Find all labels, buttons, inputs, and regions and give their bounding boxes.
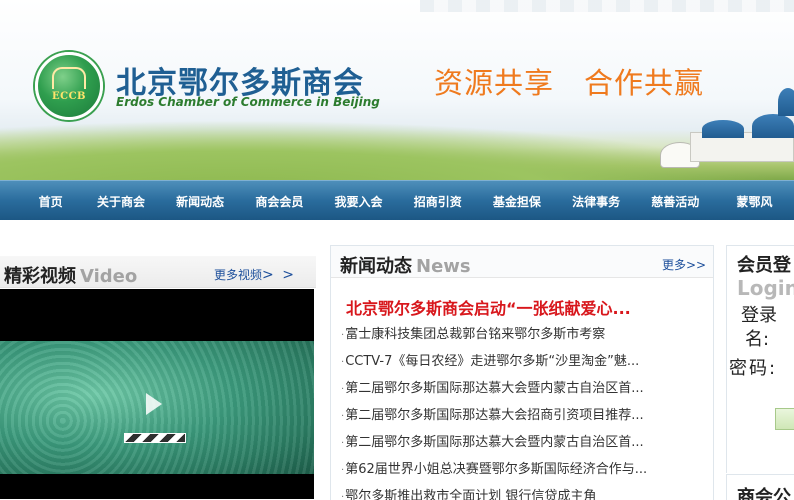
news-title-en: News (416, 256, 471, 277)
news-item[interactable]: ·第二届鄂尔多斯国际那达慕大会暨内蒙古自治区首... (341, 434, 686, 461)
nav-item-legal[interactable]: 法律事务 (556, 193, 635, 210)
play-icon[interactable] (146, 393, 162, 415)
nav-item-fund[interactable]: 基金担保 (477, 193, 556, 210)
news-item-text: 第二届鄂尔多斯国际那达慕大会暨内蒙古自治区首... (345, 435, 644, 450)
nav-item-home[interactable]: 首页 (20, 193, 81, 210)
video-panel-title: 精彩视频 Video (4, 262, 137, 288)
news-list: ·富士康科技集团总裁郭台铭来鄂尔多斯市考察 ·CCTV-7《每日农经》走进鄂尔多… (341, 326, 686, 500)
page: ECCB 北京鄂尔多斯商会 Erdos Chamber of Commerce … (0, 0, 794, 500)
news-panel-title: 新闻动态 News (340, 252, 471, 278)
news-item[interactable]: ·鄂尔多斯推出救市全面计划 银行信贷成主角 (341, 488, 686, 500)
site-title-english: Erdos Chamber of Commerce in Beijing (116, 95, 380, 109)
slogan-part-1: 资源共享 (434, 66, 555, 100)
nav-item-members[interactable]: 商会会员 (240, 193, 319, 210)
username-label-part-1: 登录 (741, 305, 777, 326)
nav-item-about[interactable]: 关于商会 (81, 193, 160, 210)
news-item[interactable]: ·第62届世界小姐总决赛暨鄂尔多斯国际经济合作与... (341, 461, 686, 488)
news-item-text: CCTV-7《每日农经》走进鄂尔多斯“沙里淘金”魅... (345, 354, 640, 369)
main-nav: 首页 关于商会 新闻动态 商会会员 我要入会 招商引资 基金担保 法律事务 慈善… (0, 180, 794, 220)
nav-item-culture[interactable]: 蒙鄂风 (715, 193, 794, 210)
nav-item-charity[interactable]: 慈善活动 (636, 193, 715, 210)
header-pattern (420, 0, 794, 12)
news-item-text: 鄂尔多斯推出救市全面计划 银行信贷成主角 (345, 489, 597, 500)
bullet-icon: · (341, 438, 345, 449)
bullet-icon: · (341, 465, 345, 476)
login-panel: 会员登 Login 登录名: 密码: (726, 245, 794, 473)
news-item-text: 第二届鄂尔多斯国际那达慕大会招商引资项目推荐... (345, 408, 644, 423)
notice-panel: 商会公 (726, 474, 794, 500)
more-videos-link[interactable]: 更多视频> > (214, 266, 296, 283)
site-header: ECCB 北京鄂尔多斯商会 Erdos Chamber of Commerce … (0, 0, 794, 180)
buildings-illustration (660, 80, 794, 180)
news-item[interactable]: ·第二届鄂尔多斯国际那达慕大会招商引资项目推荐... (341, 407, 686, 434)
news-panel-header: 新闻动态 News 更多>> (331, 246, 713, 278)
more-news-link[interactable]: 更多>> (662, 256, 706, 273)
dome-shape (702, 120, 744, 138)
nav-item-join[interactable]: 我要入会 (319, 193, 398, 210)
news-item-text: 第二届鄂尔多斯国际那达慕大会暨内蒙古自治区首... (345, 381, 644, 396)
notice-panel-title: 商会公 (737, 487, 791, 500)
bullet-icon: · (341, 492, 345, 500)
video-panel: 精彩视频 Video 更多视频> > (0, 256, 316, 500)
video-panel-header: 精彩视频 Video 更多视频> > (0, 256, 316, 288)
video-player[interactable] (0, 289, 314, 499)
login-panel-subtitle: Login (737, 276, 794, 300)
username-label: 登录名: (741, 304, 777, 352)
nav-item-news[interactable]: 新闻动态 (161, 193, 240, 210)
login-panel-title: 会员登 (737, 255, 791, 276)
logo-abbreviation: ECCB (52, 91, 86, 102)
username-label-part-2: 名: (745, 329, 770, 350)
video-frame (0, 341, 314, 474)
login-button[interactable] (775, 408, 794, 430)
gate-icon (52, 67, 86, 89)
dome-shape (752, 114, 794, 138)
news-item-text: 第62届世界小姐总决赛暨鄂尔多斯国际经济合作与... (345, 462, 648, 477)
more-arrows-icon: > > (262, 267, 296, 283)
news-title-cn: 新闻动态 (340, 256, 412, 277)
loading-bar (124, 433, 186, 443)
password-label: 密码: (729, 358, 778, 379)
tower-shape (778, 88, 794, 116)
more-videos-label: 更多视频 (214, 268, 263, 282)
news-item[interactable]: ·富士康科技集团总裁郭台铭来鄂尔多斯市考察 (341, 326, 686, 353)
video-title-en: Video (80, 266, 138, 287)
news-item[interactable]: ·CCTV-7《每日农经》走进鄂尔多斯“沙里淘金”魅... (341, 353, 686, 380)
bullet-icon: · (341, 357, 345, 368)
logo-emblem[interactable]: ECCB (35, 52, 103, 120)
nav-item-investment[interactable]: 招商引资 (398, 193, 477, 210)
news-item-text: 富士康科技集团总裁郭台铭来鄂尔多斯市考察 (345, 327, 606, 342)
news-headline[interactable]: 北京鄂尔多斯商会启动“一张纸献爱心... (346, 295, 676, 319)
news-item[interactable]: ·第二届鄂尔多斯国际那达慕大会暨内蒙古自治区首... (341, 380, 686, 407)
news-panel: 新闻动态 News 更多>> 北京鄂尔多斯商会启动“一张纸献爱心... ·富士康科… (330, 245, 714, 500)
bullet-icon: · (341, 330, 345, 341)
bullet-icon: · (341, 411, 345, 422)
video-title-cn: 精彩视频 (4, 266, 76, 287)
bullet-icon: · (341, 384, 345, 395)
